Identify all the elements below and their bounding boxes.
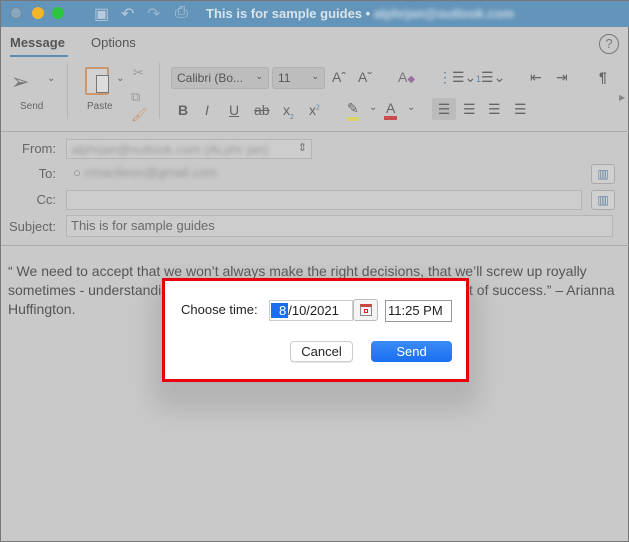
font-size-select[interactable]: 11 ⌄ (272, 67, 325, 89)
updown-chevron-icon: ⇕ (297, 142, 307, 154)
cut-icon[interactable]: ✂ (133, 65, 144, 81)
divider (1, 245, 629, 246)
paste-button[interactable]: Paste (87, 101, 113, 112)
font-color-dropdown-icon[interactable]: ⌄ (407, 102, 415, 113)
divider (67, 63, 68, 119)
cc-label: Cc: (36, 192, 57, 207)
tab-options[interactable]: Options (91, 35, 136, 50)
body-line[interactable]: Huffington. (8, 301, 75, 317)
cc-input[interactable] (66, 190, 582, 210)
strikethrough-icon[interactable]: ab (254, 102, 270, 118)
copy-icon[interactable]: ⧉ (131, 89, 140, 105)
font-name-value: Calibri (Bo... (177, 71, 244, 85)
bullets-icon[interactable]: ⋮☰⌄ (438, 69, 476, 86)
active-tab-indicator (10, 55, 68, 57)
send-button[interactable]: Send (20, 101, 43, 112)
title-bar: ▣ ↶ ↷ ⎙ This is for sample guides • alph… (1, 1, 629, 27)
to-value: cmacibron@gmail.com (84, 165, 217, 180)
contact-status-icon: ○ (73, 165, 81, 180)
superscript-icon[interactable]: x2 (309, 102, 320, 118)
subject-label: Subject: (9, 219, 56, 234)
account-email: alphrjan@outlook.com (373, 6, 515, 21)
time-field[interactable]: 11:25 PM (385, 300, 452, 322)
choose-time-label: Choose time: (181, 302, 258, 317)
schedule-send-dialog: Choose time: 8/10/2021 11:25 PM Cancel S… (162, 278, 469, 382)
underline-icon[interactable]: U (229, 102, 239, 118)
align-center-icon[interactable]: ☰ (463, 101, 476, 118)
calendar-icon (360, 304, 372, 316)
body-line[interactable]: sometimes - understandin (8, 282, 169, 298)
to-label: To: (38, 166, 56, 181)
window-zoom-button[interactable] (52, 7, 64, 19)
date-rest: /10/2021 (288, 303, 339, 318)
highlight-dropdown-icon[interactable]: ⌄ (369, 102, 377, 113)
undo-icon[interactable]: ↶ (121, 4, 134, 24)
window-title: This is for sample guides • alphrjan@out… (206, 6, 514, 21)
body-line[interactable]: t of success.” – Arianna (469, 282, 615, 298)
date-field[interactable]: 8/10/2021 (269, 300, 353, 321)
paragraph-marks-icon[interactable]: ¶ (599, 69, 607, 85)
bold-icon[interactable]: B (178, 102, 188, 118)
justify-icon[interactable]: ☰ (514, 101, 527, 118)
chevron-down-icon: ⌄ (311, 71, 319, 81)
title-text: This is for sample guides • (206, 6, 371, 21)
from-value: alphrjan@outlook.com (ALphr jan) (71, 142, 269, 157)
italic-icon[interactable]: I (205, 102, 209, 118)
format-painter-icon[interactable]: 🖌 (131, 107, 148, 123)
to-recipient[interactable]: ○ cmacibron@gmail.com (73, 165, 217, 180)
decrease-indent-icon[interactable]: ⇤ (530, 69, 542, 86)
address-book-icon[interactable]: ▥ (591, 190, 615, 210)
font-name-select[interactable]: Calibri (Bo... ⌄ (171, 67, 269, 89)
redo-icon[interactable]: ↷ (147, 4, 160, 24)
chevron-down-icon: ⌄ (255, 71, 263, 81)
date-month-segment[interactable]: 8 (271, 303, 289, 318)
tab-message[interactable]: Message (10, 35, 65, 50)
subject-input[interactable]: This is for sample guides (66, 215, 613, 237)
paste-dropdown-icon[interactable]: ⌄ (116, 73, 124, 84)
cancel-button[interactable]: Cancel (290, 341, 353, 362)
from-label: From: (22, 141, 56, 156)
shrink-font-icon[interactable]: Aˇ (358, 69, 372, 85)
send-icon[interactable]: ➢ (11, 69, 29, 95)
align-left-icon[interactable]: ☰ (432, 98, 456, 120)
font-size-value: 11 (278, 71, 291, 85)
address-book-icon[interactable]: ▥ (591, 164, 615, 184)
clear-formatting-icon[interactable]: A◆ (398, 69, 415, 85)
paste-icon[interactable] (85, 67, 109, 95)
font-color-icon[interactable]: A (384, 100, 398, 120)
highlight-icon[interactable]: ✎ (347, 100, 359, 121)
window-minimize-button[interactable] (32, 7, 44, 19)
window-close-button[interactable] (10, 7, 22, 19)
ribbon-scroll-right-icon[interactable]: ▶ (619, 93, 625, 102)
divider (159, 63, 160, 119)
save-icon[interactable]: ▣ (94, 4, 109, 24)
body-line[interactable]: “ We need to accept that we won’t always… (8, 263, 587, 279)
numbering-icon[interactable]: 1☰⌄ (476, 69, 505, 86)
grow-font-icon[interactable]: Aˆ (332, 69, 346, 85)
align-right-icon[interactable]: ☰ (488, 101, 501, 118)
increase-indent-icon[interactable]: ⇥ (556, 69, 568, 86)
send-dropdown-icon[interactable]: ⌄ (47, 73, 55, 84)
subscript-icon[interactable]: x2 (283, 102, 294, 121)
from-select[interactable]: alphrjan@outlook.com (ALphr jan) ⇕ (66, 139, 312, 159)
send-button-dialog[interactable]: Send (371, 341, 452, 362)
calendar-button[interactable] (353, 299, 378, 321)
divider (1, 131, 629, 132)
print-icon[interactable]: ⎙ (175, 4, 188, 22)
help-icon[interactable]: ? (599, 34, 619, 54)
